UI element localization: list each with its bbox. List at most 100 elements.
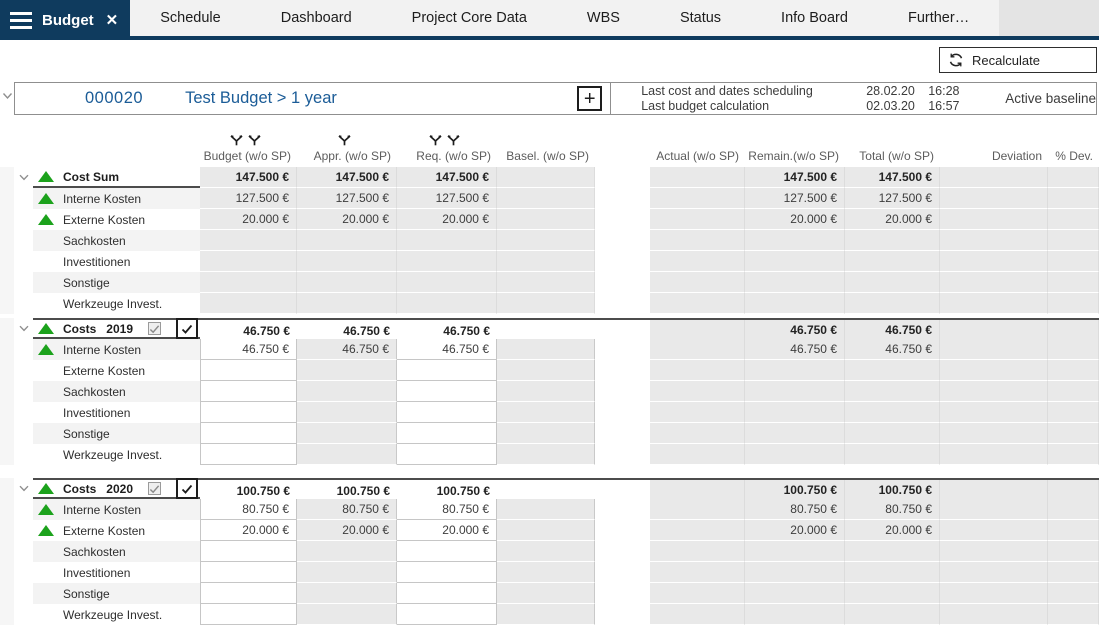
value-cell[interactable]: 20.000 € [200,520,297,541]
value-cell[interactable] [200,583,297,604]
value-cell [650,520,745,541]
value-cell [497,188,595,209]
tab-budget-active[interactable]: Budget ✕ [0,0,130,40]
value-cell[interactable]: 46.750 € [200,339,297,360]
value-cell [940,444,1048,465]
value-cell: 127.500 € [200,188,297,209]
value-cell [1048,402,1099,423]
value-cell [1048,188,1099,209]
value-cell [297,423,397,444]
column-header-actual[interactable]: Actual (w/o SP) [650,123,745,167]
include-checkbox[interactable] [176,318,198,339]
column-header-deviation[interactable]: Deviation [940,123,1048,167]
chevron-down-icon[interactable] [2,92,13,100]
tab-schedule[interactable]: Schedule [130,0,250,36]
value-cell[interactable] [397,583,497,604]
row-label-cell: Investitionen [33,562,200,583]
value-cell[interactable]: 80.750 € [200,499,297,520]
filter-arrow-icon[interactable] [338,135,351,146]
value-cell[interactable] [397,381,497,402]
value-cell [497,251,595,272]
value-cell [745,423,845,444]
value-cell[interactable] [397,423,497,444]
tab-info-board[interactable]: Info Board [751,0,878,36]
value-cell[interactable] [397,402,497,423]
close-icon[interactable]: ✕ [106,11,119,29]
table-row: Externe Kosten20.000 €20.000 €20.000 €20… [0,209,1099,230]
tab-further[interactable]: Further… [878,0,999,36]
value-cell [650,480,745,501]
value-cell [845,604,940,625]
filter-arrow-icon[interactable] [230,135,243,146]
expand-chevron-icon[interactable] [19,325,29,332]
column-header-appr[interactable]: Appr. (w/o SP) [297,123,397,167]
value-cell[interactable]: 20.000 € [397,520,497,541]
value-cell[interactable]: 80.750 € [397,499,497,520]
column-header-remain[interactable]: Remain.(w/o SP) [745,123,845,167]
value-cell[interactable] [200,423,297,444]
status-triangle-icon [38,504,54,515]
value-cell [1048,499,1099,520]
filter-arrow-icon[interactable] [429,135,442,146]
value-cell [297,381,397,402]
value-cell[interactable] [200,402,297,423]
value-cell [940,480,1048,501]
value-cell [497,444,595,465]
column-header-req[interactable]: Req. (w/o SP) [397,123,497,167]
column-header-total[interactable]: Total (w/o SP) [845,123,940,167]
value-cell[interactable] [200,562,297,583]
value-cell [200,293,297,314]
tab-wbs[interactable]: WBS [557,0,650,36]
value-cell[interactable] [200,541,297,562]
filter-arrow-icon[interactable] [248,135,261,146]
value-cell[interactable] [397,604,497,625]
table-row: Interne Kosten46.750 €46.750 €46.750 €46… [0,339,1099,360]
value-cell[interactable] [200,604,297,625]
active-baseline-label: Active baseline [1005,91,1096,106]
cost-category-label: Externe Kosten [63,213,145,227]
recalculate-button[interactable]: Recalculate [939,47,1097,73]
value-cell [200,251,297,272]
column-header-budget[interactable]: Budget (w/o SP) [200,123,297,167]
value-cell [940,209,1048,230]
menu-icon[interactable] [10,12,32,29]
value-cell: 147.500 € [745,167,845,188]
expand-chevron-icon[interactable] [19,485,29,492]
check-icon [181,484,193,494]
value-cell[interactable]: 46.750 € [397,339,497,360]
table-row: Sonstige [0,423,1099,444]
value-cell [940,604,1048,625]
value-cell[interactable] [397,541,497,562]
row-label-cell: Sachkosten [33,381,200,402]
expand-chevron-icon[interactable] [19,174,29,181]
tab-dashboard[interactable]: Dashboard [251,0,382,36]
value-cell [497,520,595,541]
column-header-basel[interactable]: Basel. (w/o SP) [497,123,595,167]
table-row: Werkzeuge Invest. [0,444,1099,465]
value-cell[interactable] [200,360,297,381]
column-header-pdev[interactable]: % Dev. [1048,123,1099,167]
column-label: Deviation [992,149,1042,163]
value-cell [595,423,650,444]
value-cell: 127.500 € [745,188,845,209]
group-header-row: Costs201946.750 €46.750 €46.750 €46.750 … [0,318,1099,339]
include-checkbox[interactable] [176,478,198,499]
value-cell[interactable] [200,444,297,465]
table-row: Werkzeuge Invest. [0,604,1099,625]
group-label: Costs2020 [33,480,200,497]
row-label-cell: Werkzeuge Invest. [33,293,200,314]
tab-status[interactable]: Status [650,0,751,36]
value-cell [497,272,595,293]
check-icon [149,324,160,334]
cost-category-label: Interne Kosten [63,343,141,357]
add-button[interactable]: + [577,86,602,111]
value-cell[interactable] [397,444,497,465]
value-cell[interactable] [200,381,297,402]
cost-category-label: Werkzeuge Invest. [63,297,162,311]
value-cell[interactable] [397,562,497,583]
value-cell [297,604,397,625]
value-cell [595,320,650,341]
tab-project-core-data[interactable]: Project Core Data [382,0,557,36]
value-cell[interactable] [397,360,497,381]
filter-arrow-icon[interactable] [447,135,460,146]
